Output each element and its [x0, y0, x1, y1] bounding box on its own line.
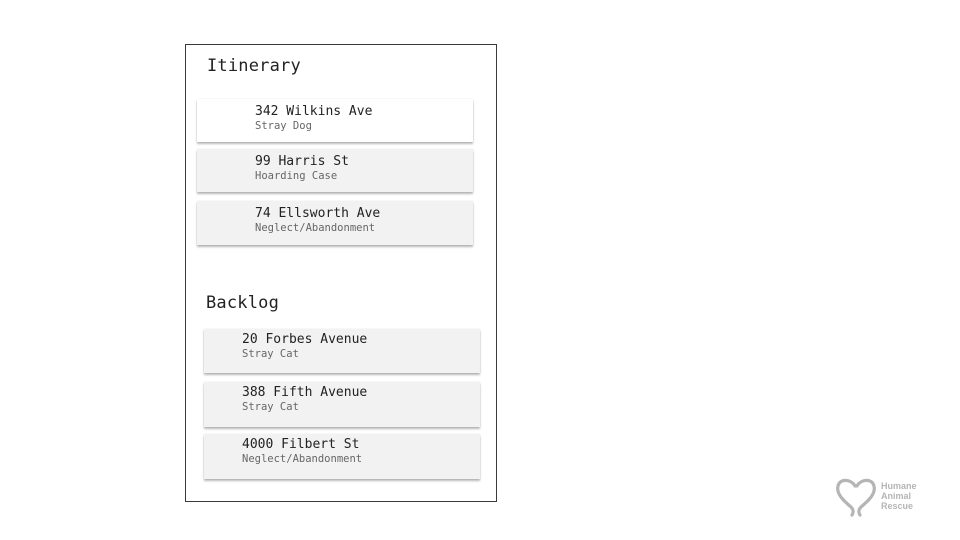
itinerary-card[interactable]: 99 Harris St Hoarding Case	[197, 149, 473, 192]
card-case-type: Neglect/Abandonment	[255, 222, 376, 234]
logo-line: Humane	[881, 481, 917, 491]
card-address: 4000 Filbert St	[242, 437, 360, 452]
backlog-card[interactable]: 20 Forbes Avenue Stray Cat	[204, 329, 480, 373]
heart-outline-icon	[836, 478, 876, 517]
card-case-type: Hoarding Case	[255, 170, 338, 182]
itinerary-card[interactable]: 342 Wilkins Ave Stray Dog	[197, 99, 473, 142]
backlog-title: Backlog	[206, 293, 280, 313]
itinerary-title: Itinerary	[207, 56, 301, 76]
card-address: 74 Ellsworth Ave	[255, 206, 381, 221]
phone-frame: Itinerary 342 Wilkins Ave Stray Dog 99 H…	[185, 44, 497, 502]
card-case-type: Neglect/Abandonment	[242, 453, 363, 465]
backlog-card[interactable]: 4000 Filbert St Neglect/Abandonment	[204, 434, 480, 479]
card-address: 20 Forbes Avenue	[242, 332, 368, 347]
card-address: 342 Wilkins Ave	[255, 104, 373, 119]
logo-wordmark: Humane Animal Rescue	[881, 481, 917, 511]
card-case-type: Stray Cat	[242, 348, 299, 360]
humane-animal-rescue-logo: Humane Animal Rescue	[834, 474, 934, 518]
card-case-type: Stray Cat	[242, 401, 299, 413]
card-case-type: Stray Dog	[255, 120, 312, 132]
card-address: 99 Harris St	[255, 154, 349, 169]
card-address: 388 Fifth Avenue	[242, 385, 368, 400]
logo-line: Animal	[881, 491, 912, 501]
logo-line: Rescue	[881, 501, 914, 511]
backlog-card[interactable]: 388 Fifth Avenue Stray Cat	[204, 382, 480, 427]
itinerary-card[interactable]: 74 Ellsworth Ave Neglect/Abandonment	[197, 201, 473, 245]
